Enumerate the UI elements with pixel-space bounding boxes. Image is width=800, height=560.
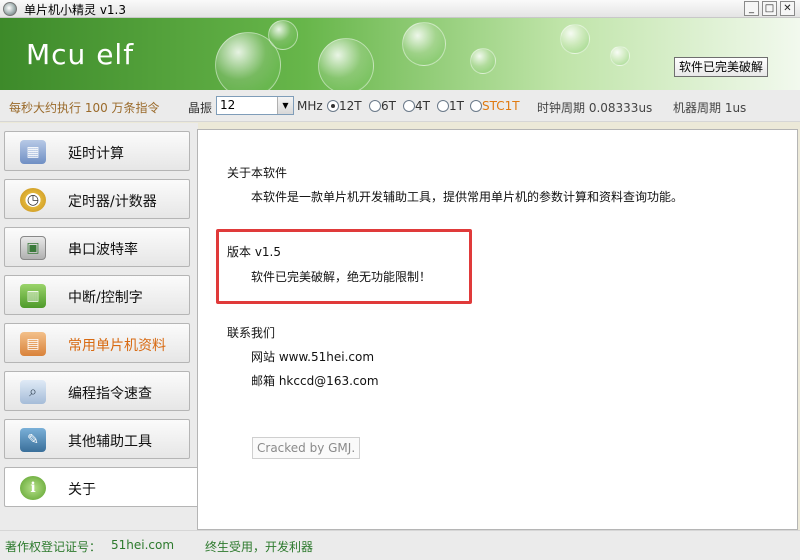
crystal-label: 晶振 xyxy=(188,101,213,115)
about-description: 本软件是一款单片机开发辅助工具，提供常用单片机的参数计算和资料查询功能。 xyxy=(251,190,684,204)
mode-radio-12t[interactable]: 12T xyxy=(327,99,362,113)
sidebar-item-label: 其他辅助工具 xyxy=(68,434,152,450)
window-title: 单片机小精灵 v1.3 xyxy=(24,3,127,17)
sidebar-item-delay[interactable]: ▦ 延时计算 xyxy=(4,131,190,171)
website-link[interactable]: 网站 www.51hei.com xyxy=(251,348,374,365)
title-bar: 单片机小精灵 v1.3 _ □ ✕ xyxy=(0,0,800,18)
toolbar: 每秒大约执行 100 万条指令 晶振 12 ▼ MHz 12T 6T 4T 1T… xyxy=(0,90,800,122)
maximize-button[interactable]: □ xyxy=(762,1,777,16)
monitor-icon: ▣ xyxy=(20,236,46,260)
info-icon: i xyxy=(20,476,46,500)
cracked-note: 软件已完美破解，绝无功能限制！ xyxy=(251,270,432,284)
minimize-button[interactable]: _ xyxy=(744,1,759,16)
header-banner: Mcu elf 软件已完美破解 xyxy=(0,18,800,90)
mode-radio-stc1t[interactable]: STC1T xyxy=(470,99,520,113)
email-link[interactable]: 邮箱 hkccd@163.com xyxy=(251,372,379,389)
contact-title: 联系我们 xyxy=(227,326,276,340)
sidebar-item-label: 中断/控制字 xyxy=(68,290,143,306)
sidebar-item-label: 关于 xyxy=(68,482,96,498)
crystal-select[interactable]: 12 ▼ xyxy=(216,96,294,115)
sidebar-item-instructions[interactable]: ⌕ 编程指令速查 xyxy=(4,371,190,411)
bubble-decoration xyxy=(318,38,374,90)
radio-icon[interactable] xyxy=(403,100,415,112)
bubble-decoration xyxy=(560,24,590,54)
sidebar-item-about[interactable]: i 关于 xyxy=(4,467,199,507)
about-panel: 关于本软件 本软件是一款单片机开发辅助工具，提供常用单片机的参数计算和资料查询功… xyxy=(197,129,798,530)
crystal-value: 12 xyxy=(220,98,236,112)
sidebar-item-interrupt[interactable]: ▥ 中断/控制字 xyxy=(4,275,190,315)
copyright-label: 著作权登记证号： xyxy=(5,540,102,554)
bubble-decoration xyxy=(402,22,446,66)
chip-icon: ▥ xyxy=(20,284,46,308)
clock-period: 时钟周期 0.08333us xyxy=(537,101,653,115)
magnifier-icon: ⌕ xyxy=(20,380,46,404)
sidebar-item-label: 延时计算 xyxy=(68,146,124,162)
sidebar-item-timer[interactable]: ◷ 定时器/计数器 xyxy=(4,179,190,219)
sidebar-item-baud[interactable]: ▣ 串口波特率 xyxy=(4,227,190,267)
book-icon: ▤ xyxy=(20,332,46,356)
alarm-clock-icon: ◷ xyxy=(20,188,46,212)
chevron-down-icon[interactable]: ▼ xyxy=(277,97,293,114)
about-title: 关于本软件 xyxy=(227,166,288,180)
radio-checked-icon[interactable] xyxy=(327,100,339,112)
status-bar: 著作权登记证号： 51hei.com 终生受用，开发利器 xyxy=(0,530,800,560)
slogan-text: 终生受用，开发利器 xyxy=(205,540,314,554)
close-button[interactable]: ✕ xyxy=(780,1,795,16)
crystal-unit: MHz xyxy=(297,99,323,113)
sidebar-item-label: 串口波特率 xyxy=(68,242,138,258)
calculator-icon: ▦ xyxy=(20,140,46,164)
mode-radio-1t[interactable]: 1T xyxy=(437,99,464,113)
cracked-by-button[interactable]: Cracked by GMJ. xyxy=(252,437,361,459)
bubble-decoration xyxy=(268,20,298,50)
sidebar-item-label: 定时器/计数器 xyxy=(68,194,157,210)
sidebar-item-datasheets[interactable]: ▤ 常用单片机资料 xyxy=(4,323,190,363)
site-link[interactable]: 51hei.com xyxy=(111,538,174,552)
toolbox-icon: ✎ xyxy=(20,428,46,452)
crack-status-button[interactable]: 软件已完美破解 xyxy=(674,57,769,77)
radio-icon[interactable] xyxy=(470,100,482,112)
version-text: 版本 v1.5 xyxy=(227,245,282,259)
speed-text: 每秒大约执行 100 万条指令 xyxy=(9,101,160,115)
sidebar-item-label: 常用单片机资料 xyxy=(68,338,166,354)
radio-icon[interactable] xyxy=(437,100,449,112)
sidebar-item-tools[interactable]: ✎ 其他辅助工具 xyxy=(4,419,190,459)
mode-radio-6t[interactable]: 6T xyxy=(369,99,396,113)
app-logo: Mcu elf xyxy=(26,38,135,71)
bubble-decoration xyxy=(470,48,496,74)
bubble-decoration xyxy=(610,46,630,66)
machine-period: 机器周期 1us xyxy=(673,101,747,115)
mode-radio-4t[interactable]: 4T xyxy=(403,99,430,113)
radio-icon[interactable] xyxy=(369,100,381,112)
sidebar-item-label: 编程指令速查 xyxy=(68,386,152,402)
highlight-box xyxy=(216,229,472,304)
sidebar: ▦ 延时计算 ◷ 定时器/计数器 ▣ 串口波特率 ▥ 中断/控制字 ▤ 常用单片… xyxy=(0,123,199,530)
app-icon xyxy=(3,2,17,16)
